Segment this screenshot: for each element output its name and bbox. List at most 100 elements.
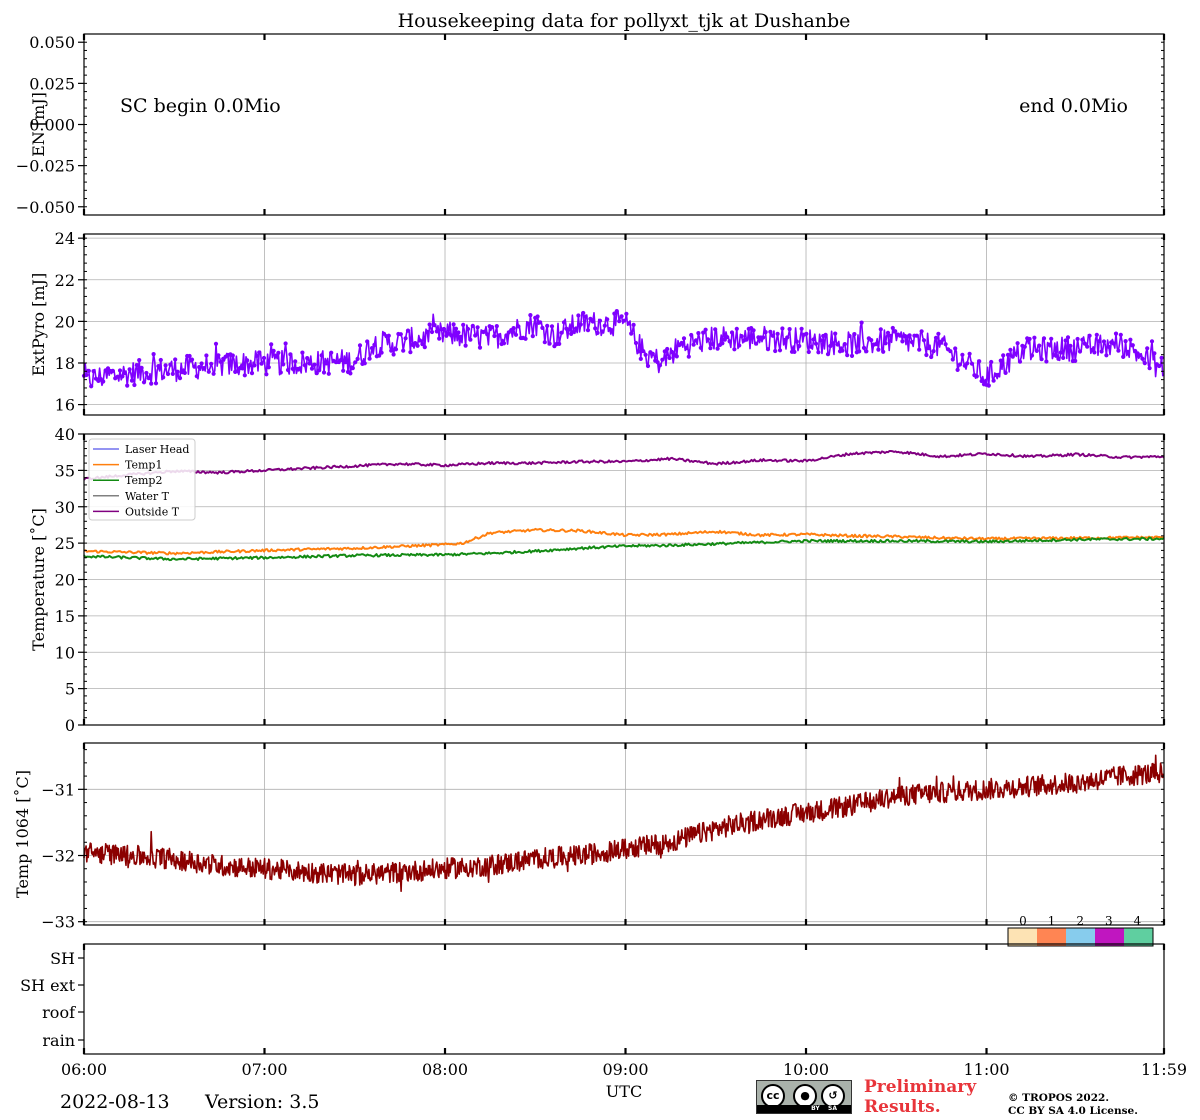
y-tick-label: 22 bbox=[55, 271, 75, 290]
sc-end-annotation: end 0.0Mio bbox=[1019, 95, 1128, 117]
data-point bbox=[290, 366, 295, 371]
data-point bbox=[465, 326, 471, 332]
data-point bbox=[338, 358, 343, 363]
data-point bbox=[691, 342, 696, 347]
data-point bbox=[597, 318, 603, 323]
data-point bbox=[257, 350, 262, 355]
data-point bbox=[456, 330, 461, 335]
data-point bbox=[660, 357, 665, 362]
data-point bbox=[122, 370, 127, 376]
data-point bbox=[847, 333, 852, 339]
data-point bbox=[960, 352, 965, 357]
data-point bbox=[578, 322, 583, 327]
x-tick-label: 06:00 bbox=[61, 1060, 107, 1079]
copyright-line-1: © TROPOS 2022. bbox=[1008, 1092, 1110, 1104]
data-point bbox=[432, 323, 437, 328]
data-point bbox=[535, 314, 540, 319]
y-tick-label: 25 bbox=[55, 534, 75, 553]
y-tick-label: 30 bbox=[55, 498, 75, 517]
data-point bbox=[989, 359, 994, 365]
data-point bbox=[1145, 346, 1150, 351]
data-point bbox=[1142, 361, 1147, 366]
data-point bbox=[638, 356, 643, 361]
status-label: rain bbox=[42, 1031, 75, 1050]
data-point bbox=[1104, 353, 1109, 358]
data-point bbox=[614, 309, 619, 314]
data-point bbox=[823, 332, 828, 337]
data-point bbox=[809, 344, 814, 349]
data-point bbox=[437, 336, 442, 341]
y-axis-label: Temperature [˚C] bbox=[29, 508, 48, 651]
data-point bbox=[977, 359, 982, 364]
y-tick-label: 16 bbox=[55, 396, 75, 415]
data-point bbox=[141, 380, 147, 385]
x-tick-label: 07:00 bbox=[241, 1060, 287, 1079]
data-point bbox=[468, 337, 473, 342]
data-point bbox=[921, 338, 927, 343]
data-point bbox=[729, 330, 735, 335]
x-tick-label: 09:00 bbox=[602, 1060, 648, 1079]
data-point bbox=[156, 364, 161, 369]
data-point bbox=[804, 331, 809, 336]
data-point bbox=[86, 368, 91, 373]
data-point bbox=[1094, 332, 1099, 337]
data-point bbox=[168, 362, 173, 367]
data-point bbox=[494, 324, 499, 329]
data-point bbox=[278, 370, 283, 375]
y-tick-label: −0.025 bbox=[16, 157, 75, 176]
data-point bbox=[967, 351, 972, 356]
x-axis-label: UTC bbox=[606, 1082, 642, 1101]
footer-date: 2022-08-13 bbox=[60, 1091, 170, 1113]
data-point bbox=[489, 325, 495, 330]
data-point bbox=[240, 366, 245, 371]
data-point bbox=[1065, 335, 1071, 340]
preliminary-results-note: Preliminary Results. bbox=[864, 1077, 976, 1117]
colorbar-cell bbox=[1037, 928, 1066, 946]
panel-temperature: 40 35 30 25 20 15 10 5 0 Temperature [˚C] Laser He… bbox=[29, 425, 1166, 735]
data-point bbox=[357, 343, 363, 348]
data-point bbox=[1113, 331, 1119, 336]
y-axis-label: Temp 1064 [˚C] bbox=[13, 770, 32, 898]
data-point bbox=[943, 342, 948, 347]
data-point bbox=[1039, 357, 1044, 362]
y-tick-label: 5 bbox=[65, 680, 75, 699]
data-point bbox=[799, 326, 804, 331]
data-point bbox=[725, 335, 730, 340]
data-point bbox=[893, 329, 898, 334]
data-point bbox=[458, 334, 463, 339]
data-point bbox=[1034, 348, 1039, 353]
data-point bbox=[216, 353, 221, 358]
data-point bbox=[900, 339, 905, 344]
data-point bbox=[153, 381, 159, 386]
data-point bbox=[158, 357, 163, 363]
data-point bbox=[101, 379, 106, 384]
data-point bbox=[679, 340, 684, 346]
data-point bbox=[849, 353, 855, 358]
data-point bbox=[1152, 351, 1157, 356]
data-point bbox=[641, 349, 646, 354]
data-point bbox=[1097, 339, 1102, 344]
data-point bbox=[1015, 341, 1020, 346]
data-point bbox=[765, 347, 771, 352]
data-point bbox=[636, 349, 641, 354]
data-point bbox=[343, 360, 348, 365]
data-point bbox=[209, 361, 214, 366]
panel-temp1064: −31 −32 −33 Temp 1064 [˚C] 0 1 2 3 4 bbox=[13, 742, 1166, 947]
data-point bbox=[1037, 343, 1042, 348]
colorbar-label: 4 bbox=[1134, 914, 1142, 928]
data-point bbox=[732, 347, 737, 352]
data-point bbox=[530, 334, 535, 339]
data-point bbox=[247, 363, 252, 368]
data-point bbox=[146, 376, 151, 381]
y-tick-label: −32 bbox=[41, 847, 75, 866]
data-point bbox=[1106, 344, 1111, 349]
preliminary-line-1: Preliminary bbox=[864, 1077, 977, 1097]
data-point bbox=[182, 370, 187, 375]
data-point bbox=[830, 341, 835, 346]
y-axis-label: ExtPyro [mJ] bbox=[29, 273, 48, 376]
colorbar-cell bbox=[1095, 928, 1124, 946]
data-point bbox=[204, 353, 209, 358]
data-point bbox=[367, 356, 372, 361]
data-point bbox=[434, 329, 439, 334]
data-point bbox=[302, 363, 307, 368]
